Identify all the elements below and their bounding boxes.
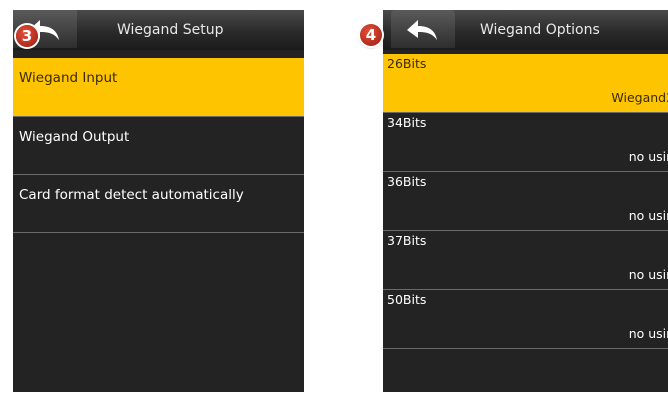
step-badge: 4 (360, 24, 382, 46)
option-label: 36Bits (387, 174, 427, 189)
menu-list: Wiegand Input Wiegand Output Card format… (13, 54, 304, 233)
option-label: 26Bits (387, 56, 427, 71)
option-36bits[interactable]: 36Bits no using (383, 172, 668, 231)
option-value: no using (628, 149, 668, 164)
menu-item-label: Wiegand Input (19, 70, 118, 86)
option-value: no using (628, 267, 668, 282)
step-badge: 3 (16, 25, 38, 47)
option-value: no using (628, 326, 668, 341)
option-37bits[interactable]: 37Bits no using (383, 231, 668, 290)
menu-item-card-format-detect[interactable]: Card format detect automatically (13, 175, 304, 233)
option-label: 50Bits (387, 292, 427, 307)
option-50bits[interactable]: 50Bits no using (383, 290, 668, 349)
menu-item-label: Wiegand Output (19, 129, 130, 145)
back-button[interactable] (391, 10, 455, 48)
menu-item-wiegand-input[interactable]: Wiegand Input (13, 58, 304, 117)
option-label: 34Bits (387, 115, 427, 130)
wiegand-options-screen: Wiegand Options 26Bits Wiegand26 34Bits … (383, 10, 668, 392)
menu-item-wiegand-output[interactable]: Wiegand Output (13, 117, 304, 175)
title-bar: Wiegand Setup (13, 10, 304, 50)
back-arrow-icon (407, 20, 437, 40)
wiegand-setup-screen: Wiegand Setup Wiegand Input Wiegand Outp… (13, 10, 304, 392)
title-bar: Wiegand Options (383, 10, 668, 50)
option-value: no using (628, 208, 668, 223)
option-label: 37Bits (387, 233, 427, 248)
options-list: 26Bits Wiegand26 34Bits no using 36Bits … (383, 54, 668, 349)
page-title: Wiegand Setup (117, 22, 224, 38)
option-26bits[interactable]: 26Bits Wiegand26 (383, 54, 668, 113)
option-value: Wiegand26 (611, 90, 668, 105)
page-title: Wiegand Options (480, 22, 600, 38)
menu-item-label: Card format detect automatically (19, 187, 244, 203)
option-34bits[interactable]: 34Bits no using (383, 113, 668, 172)
